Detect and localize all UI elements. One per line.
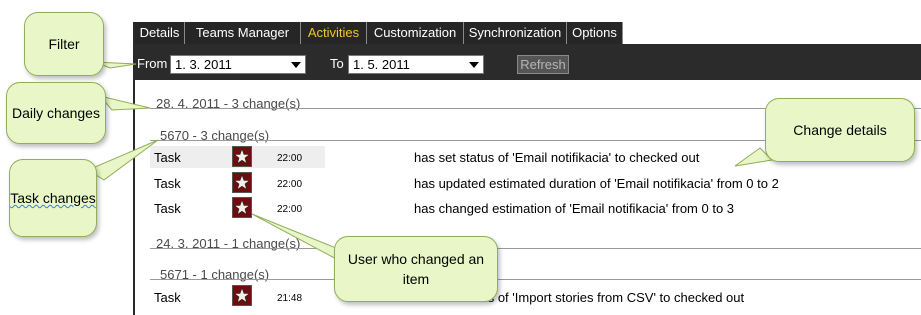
task-callout-tail <box>86 139 159 181</box>
filter-callout: Filter <box>24 12 104 76</box>
user-callout-tail <box>251 213 344 264</box>
task-changes-callout: Task changes <box>9 159 97 237</box>
change-details-callout: Change details <box>765 98 915 162</box>
user-callout: User who changed an item <box>334 236 498 302</box>
task-changes-label: Task changes <box>10 190 96 206</box>
daily-changes-callout: Daily changes <box>6 82 106 144</box>
daily-callout-tail <box>98 95 151 111</box>
